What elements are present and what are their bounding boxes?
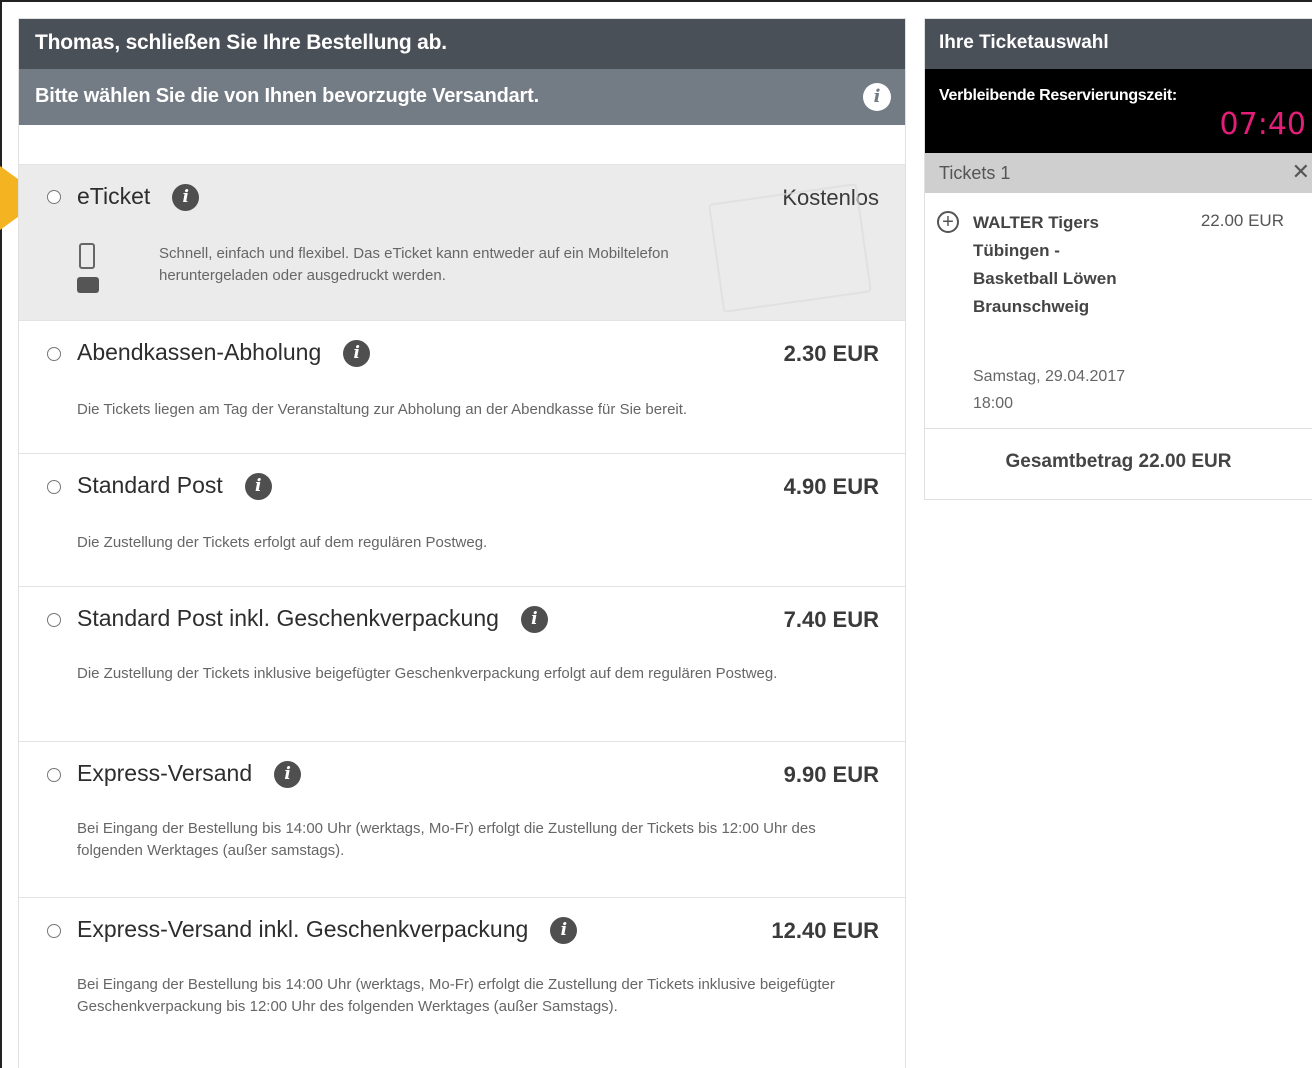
info-icon[interactable]: i (343, 340, 371, 367)
info-icon[interactable]: i (520, 606, 548, 633)
printer-icon (77, 277, 99, 293)
info-icon[interactable]: i (274, 761, 302, 788)
option-price: 7.40 EUR (783, 607, 879, 632)
option-title-text: Express-Versand (77, 760, 253, 786)
spacer (19, 125, 905, 165)
option-price: 4.90 EUR (783, 474, 879, 499)
expand-plus-icon[interactable]: + (937, 211, 959, 233)
ticket-selection-title: Ihre Ticketauswahl (925, 19, 1312, 69)
option-title: Abendkassen-Abholung i (77, 339, 371, 367)
info-icon[interactable]: i (550, 917, 578, 944)
option-price: 9.90 EUR (783, 762, 879, 787)
shipping-option-eticket[interactable]: eTicket i Kostenlos Schnell, einfach und … (19, 165, 905, 321)
total-amount: Gesamtbetrag 22.00 EUR (1005, 451, 1232, 472)
option-description: Die Zustellung der Tickets erfolgt auf d… (77, 534, 488, 551)
radio-express[interactable] (47, 768, 61, 782)
option-title: Express-Versand i (77, 760, 302, 788)
option-title: eTicket i (77, 183, 200, 211)
reservation-timer: Verbleibende Reservierungszeit: 07:40 (925, 69, 1312, 153)
shipping-panel: Thomas, schließen Sie Ihre Bestellung ab… (18, 18, 906, 1068)
shipping-subtitle-text: Bitte wählen Sie die von Ihnen bevorzugt… (35, 85, 539, 107)
ticket-price: 22.00 EUR (1200, 211, 1284, 230)
option-description: Die Zustellung der Tickets inklusive bei… (77, 665, 778, 682)
event-date: Samstag, 29.04.2017 18:00 (973, 368, 1126, 412)
option-title: Standard Post inkl. Geschenkverpackung i (77, 605, 548, 633)
radio-eticket[interactable] (47, 190, 61, 204)
shipping-option-standard-post-gift[interactable]: Standard Post inkl. Geschenkverpackung i … (19, 587, 905, 742)
shipping-option-standard-post[interactable]: Standard Post i 4.90 EUR Die Zustellung d… (19, 454, 905, 587)
radio-standard-post-gift[interactable] (47, 613, 61, 627)
option-title-text: Standard Post (77, 472, 223, 498)
ticket-item: + WALTER Tigers Tübingen - Basketball Lö… (925, 193, 1312, 429)
ticket-selection-panel: Ihre Ticketauswahl Verbleibende Reservie… (924, 18, 1312, 500)
radio-express-gift[interactable] (47, 924, 61, 938)
mobile-phone-icon (79, 243, 95, 269)
shipping-subtitle: Bitte wählen Sie die von Ihnen bevorzugt… (19, 69, 905, 125)
option-price: 2.30 EUR (783, 341, 879, 366)
close-icon[interactable]: ✕ (1292, 159, 1310, 185)
option-description: Schnell, einfach und flexibel. Das eTick… (159, 245, 669, 284)
option-title-text: eTicket (77, 183, 151, 209)
option-description: Die Tickets liegen am Tag der Veranstalt… (77, 401, 688, 418)
page-title: Thomas, schließen Sie Ihre Bestellung ab… (19, 19, 905, 69)
shipping-option-express-gift[interactable]: Express-Versand inkl. Geschenkverpackung… (19, 898, 905, 1068)
info-icon[interactable]: i (244, 473, 272, 500)
option-title-text: Abendkassen-Abholung (77, 339, 322, 365)
shipping-option-abendkasse[interactable]: Abendkassen-Abholung i 2.30 EUR Die Ticke… (19, 321, 905, 454)
option-description: Bei Eingang der Bestellung bis 14:00 Uhr… (77, 820, 816, 859)
option-description: Bei Eingang der Bestellung bis 14:00 Uhr… (77, 976, 835, 1015)
option-title-text: Express-Versand inkl. Geschenkverpackung (77, 916, 529, 942)
info-icon[interactable]: i (863, 83, 891, 111)
option-title: Standard Post i (77, 472, 272, 500)
event-name: WALTER Tigers Tübingen - Basketball Löwe… (973, 213, 1117, 316)
tickets-bar: Tickets 1 ✕ (925, 153, 1312, 193)
radio-standard-post[interactable] (47, 480, 61, 494)
option-title: Express-Versand inkl. Geschenkverpackung… (77, 916, 578, 944)
info-icon[interactable]: i (172, 184, 200, 211)
option-title-text: Standard Post inkl. Geschenkverpackung (77, 605, 499, 631)
tickets-count-label: Tickets 1 (939, 163, 1011, 183)
radio-abendkasse[interactable] (47, 347, 61, 361)
timer-label: Verbleibende Reservierungszeit: (939, 87, 1177, 104)
timer-value: 07:40 (1219, 107, 1306, 142)
option-price: 12.40 EUR (771, 918, 879, 943)
shipping-option-express[interactable]: Express-Versand i 9.90 EUR Bei Eingang de… (19, 742, 905, 898)
